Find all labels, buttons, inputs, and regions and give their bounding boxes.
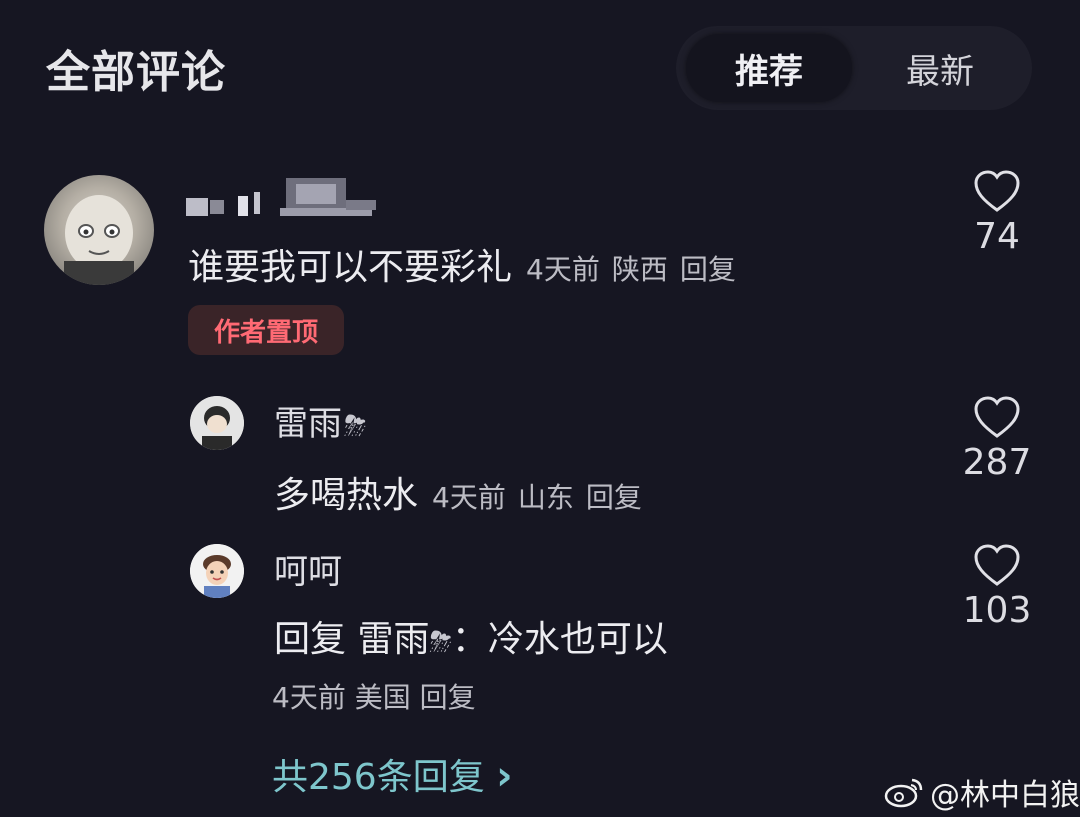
reply-location: 美国 [354, 681, 411, 714]
pinned-badge: 作者置顶 [188, 305, 344, 355]
avatar[interactable] [190, 544, 244, 598]
reply-body: 多喝热水 [274, 475, 419, 516]
reply-link[interactable]: 回复 [420, 681, 476, 714]
avatar[interactable] [44, 175, 154, 285]
comment-location: 陕西 [611, 253, 668, 286]
heart-icon [974, 544, 1020, 586]
chevron-right-icon: › [496, 753, 513, 799]
reply-meta: 4天前 山东 回复 [432, 481, 654, 514]
reply-link[interactable]: 回复 [586, 481, 642, 514]
reply-link[interactable]: 回复 [680, 253, 736, 286]
reply-meta: 4天前 美国 回复 [272, 676, 476, 716]
like-count: 103 [962, 590, 1032, 631]
heart-icon [974, 396, 1020, 438]
watermark-text: @林中白狼 [930, 778, 1080, 813]
reply-location: 山东 [517, 481, 574, 514]
watermark: @林中白狼 [884, 770, 1080, 814]
reply-username[interactable]: 呵呵 [274, 544, 342, 593]
comment-text: 谁要我可以不要彩礼 4天前 陕西 回复 [188, 238, 748, 290]
tab-latest[interactable]: 最新 [860, 34, 1020, 102]
like-button[interactable]: 103 [952, 544, 1042, 631]
thunderstorm-icon: ⛈ [344, 409, 367, 442]
avatar[interactable] [190, 396, 244, 450]
reply-text: 多喝热水 4天前 山东 回复 [274, 466, 654, 518]
reply-prefix: 回复 [274, 619, 347, 660]
comment-body: 谁要我可以不要彩礼 [188, 247, 513, 288]
reply-body: ：冷水也可以 [451, 619, 668, 660]
weibo-icon [884, 778, 923, 808]
tab-recommended[interactable]: 推荐 [686, 34, 852, 102]
reply-to-user[interactable]: 雷雨 [357, 619, 429, 660]
comments-title: 全部评论 [46, 47, 226, 98]
username-text: 雷雨 [274, 404, 342, 444]
comment-meta: 4天前 陕西 回复 [526, 253, 748, 286]
view-all-replies-link[interactable]: 共256条回复 › [272, 748, 513, 800]
reply-username[interactable]: 雷雨⛈ [274, 396, 366, 445]
blurred-username[interactable] [186, 170, 386, 222]
thunderstorm-icon: ⛈ [429, 625, 452, 658]
like-button[interactable]: 287 [952, 396, 1042, 483]
reply-time: 4天前 [432, 481, 506, 514]
comment-time: 4天前 [526, 253, 600, 286]
like-count: 287 [962, 442, 1032, 483]
reply-text: 回复 雷雨⛈：冷水也可以 [274, 610, 668, 662]
more-replies-label: 共256条回复 [272, 757, 485, 798]
heart-icon [974, 170, 1020, 212]
like-count: 74 [974, 216, 1020, 257]
reply-time: 4天前 [272, 681, 346, 714]
like-button[interactable]: 74 [952, 170, 1042, 257]
